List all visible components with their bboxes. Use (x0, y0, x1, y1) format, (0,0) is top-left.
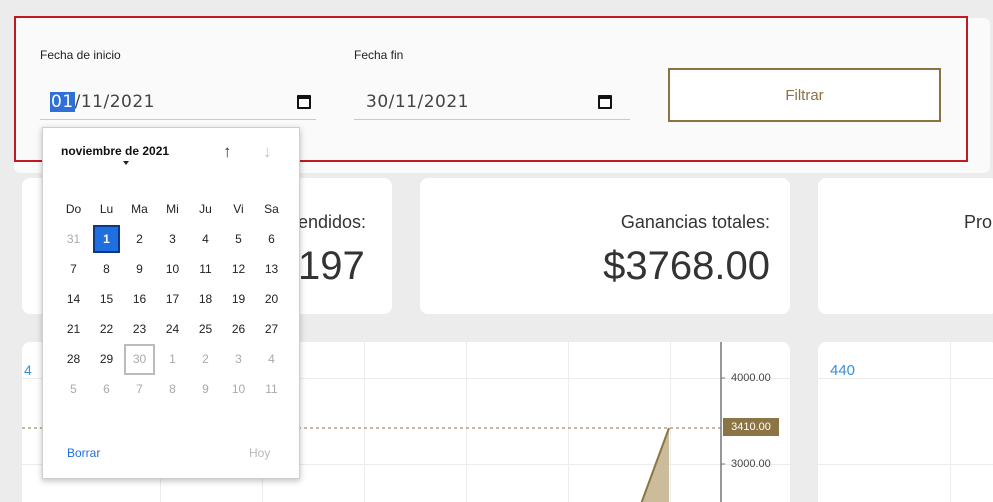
weekday-header: Sa (264, 202, 279, 216)
weekday-header: Ma (131, 202, 148, 216)
day-cell[interactable]: 10 (156, 254, 189, 284)
calendar-grid: Do Lu Ma Mi Ju Vi Sa 31 1 2 3 4 5 6 7 8 … (57, 194, 288, 404)
clear-button[interactable]: Borrar (67, 446, 100, 460)
day-cell[interactable]: 16 (123, 284, 156, 314)
day-cell[interactable]: 25 (189, 314, 222, 344)
third-title: Pro (964, 212, 993, 232)
sold-title: endidos: (298, 212, 367, 232)
day-cell[interactable]: 20 (255, 284, 288, 314)
day-cell[interactable]: 24 (156, 314, 189, 344)
highlight-value-badge: 3410.00 (723, 418, 779, 436)
start-date-label: Fecha de inicio (40, 48, 121, 62)
day-cell[interactable]: 11 (255, 374, 288, 404)
calendar-icon[interactable] (297, 95, 311, 109)
day-cell[interactable]: 9 (123, 254, 156, 284)
start-date-day-segment[interactable]: 01 (50, 92, 75, 112)
day-cell[interactable]: 12 (222, 254, 255, 284)
day-cell[interactable]: 9 (189, 374, 222, 404)
day-cell[interactable]: 10 (222, 374, 255, 404)
end-date-label: Fecha fin (354, 48, 404, 62)
day-cell[interactable]: 28 (57, 344, 90, 374)
day-cell[interactable]: 2 (189, 344, 222, 374)
day-cell[interactable]: 19 (222, 284, 255, 314)
day-cell[interactable]: 15 (90, 284, 123, 314)
start-date-rest: /11/2021 (74, 92, 155, 112)
month-dropdown-caret-icon[interactable] (123, 161, 129, 165)
day-cell[interactable]: 7 (123, 374, 156, 404)
day-cell[interactable]: 5 (57, 374, 90, 404)
day-cell[interactable]: 23 (123, 314, 156, 344)
axis-tick-label: 4000.00 (731, 372, 771, 384)
day-cell[interactable]: 6 (255, 224, 288, 254)
start-date-input[interactable]: 01/11/2021 (40, 80, 316, 120)
day-cell[interactable]: 14 (57, 284, 90, 314)
third-stat-card: Pro (818, 178, 993, 314)
day-cell[interactable]: 29 (90, 344, 123, 374)
date-picker-popup: noviembre de 2021 ↑ ↓ Do Lu Ma Mi Ju Vi … (42, 127, 300, 479)
secondary-chart-value: 440 (830, 362, 856, 379)
weekday-header: Vi (233, 202, 244, 216)
day-cell[interactable]: 21 (57, 314, 90, 344)
day-cell[interactable]: 2 (123, 224, 156, 254)
day-cell[interactable]: 17 (156, 284, 189, 314)
weekday-header: Do (65, 202, 82, 216)
day-cell[interactable]: 7 (57, 254, 90, 284)
end-date-input[interactable]: 30/11/2021 (354, 80, 630, 120)
day-cell[interactable]: 18 (189, 284, 222, 314)
day-cell[interactable]: 26 (222, 314, 255, 344)
axis-tick-label: 3000.00 (731, 458, 771, 470)
day-cell[interactable]: 6 (90, 374, 123, 404)
day-cell[interactable]: 11 (189, 254, 222, 284)
earnings-value: $3768.00 (603, 244, 770, 288)
day-cell[interactable]: 5 (222, 224, 255, 254)
arrow-up-icon[interactable]: ↑ (223, 142, 232, 162)
weekday-header: Lu (99, 202, 114, 216)
day-cell[interactable]: 3 (156, 224, 189, 254)
day-cell[interactable]: 4 (255, 344, 288, 374)
day-cell-selected[interactable]: 1 (90, 224, 123, 254)
day-cell[interactable]: 31 (57, 224, 90, 254)
day-cell[interactable]: 4 (189, 224, 222, 254)
month-title[interactable]: noviembre de 2021 (61, 144, 169, 158)
day-cell[interactable]: 3 (222, 344, 255, 374)
sold-value: 197 (298, 244, 365, 288)
calendar-icon[interactable] (598, 95, 612, 109)
day-cell[interactable]: 27 (255, 314, 288, 344)
day-cell[interactable]: 1 (156, 344, 189, 374)
day-cell[interactable]: 22 (90, 314, 123, 344)
day-cell[interactable]: 8 (90, 254, 123, 284)
day-cell-range-end[interactable]: 30 (123, 343, 156, 375)
filter-button[interactable]: Filtrar (668, 68, 941, 122)
today-button[interactable]: Hoy (249, 446, 270, 460)
earnings-title: Ganancias totales: (620, 212, 770, 232)
earnings-stat-card: Ganancias totales: $3768.00 (420, 178, 790, 314)
secondary-chart-card: 440 (818, 342, 993, 502)
weekday-header: Mi (166, 202, 179, 216)
weekday-header: Ju (199, 202, 212, 216)
end-date-value: 30/11/2021 (366, 92, 469, 112)
arrow-down-icon[interactable]: ↓ (263, 142, 272, 162)
day-cell[interactable]: 13 (255, 254, 288, 284)
day-cell[interactable]: 8 (156, 374, 189, 404)
